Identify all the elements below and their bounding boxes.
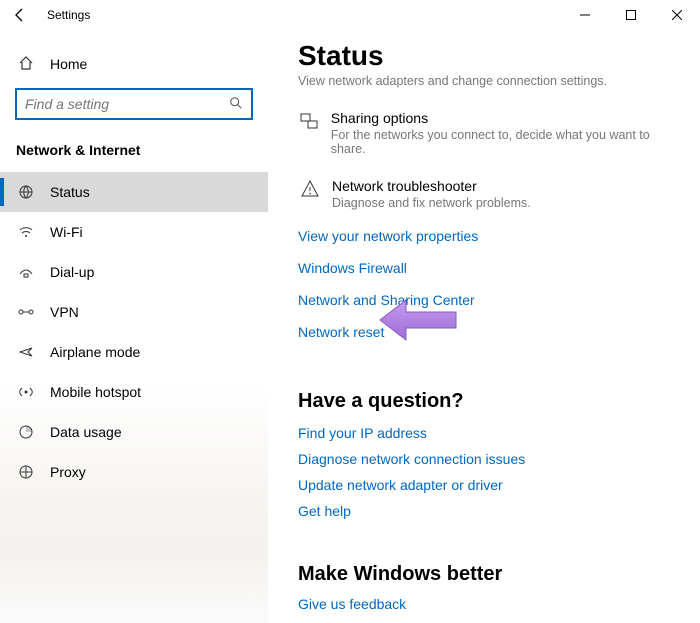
main-content: Status View network adapters and change …: [268, 30, 700, 623]
back-button[interactable]: [5, 0, 35, 30]
sidebar-item-label: Proxy: [50, 464, 86, 480]
maximize-icon: [626, 10, 636, 20]
maximize-button[interactable]: [608, 0, 654, 30]
item-subtitle: Diagnose and fix network problems.: [332, 196, 531, 210]
wifi-icon: [16, 224, 36, 240]
home-icon: [16, 55, 36, 74]
link-find-ip[interactable]: Find your IP address: [298, 425, 670, 441]
sidebar-item-label: Wi-Fi: [50, 224, 83, 240]
make-better-heading: Make Windows better: [298, 563, 670, 586]
sidebar-item-label: Status: [50, 184, 90, 200]
search-icon: [221, 96, 251, 113]
vpn-icon: [16, 306, 36, 318]
link-sharing-center[interactable]: Network and Sharing Center: [298, 292, 670, 308]
troubleshooter-item[interactable]: Network troubleshooter Diagnose and fix …: [298, 178, 670, 210]
home-label: Home: [50, 56, 87, 72]
close-button[interactable]: [654, 0, 700, 30]
sidebar-item-wifi[interactable]: Wi-Fi: [0, 212, 268, 252]
home-nav[interactable]: Home: [0, 46, 268, 82]
sidebar-item-label: Mobile hotspot: [50, 384, 141, 400]
item-subtitle: For the networks you connect to, decide …: [331, 128, 670, 156]
sidebar: Home Network & Internet Status Wi-Fi: [0, 30, 268, 623]
hotspot-icon: [16, 384, 36, 400]
window-title: Settings: [47, 8, 90, 22]
sidebar-item-status[interactable]: Status: [0, 172, 268, 212]
page-title: Status: [298, 40, 670, 72]
globe-icon: [16, 184, 36, 200]
data-usage-icon: [16, 424, 36, 440]
sidebar-item-label: Dial-up: [50, 264, 94, 280]
link-update-adapter[interactable]: Update network adapter or driver: [298, 477, 670, 493]
sharing-options-item[interactable]: Sharing options For the networks you con…: [298, 110, 670, 156]
link-diagnose[interactable]: Diagnose network connection issues: [298, 451, 670, 467]
sidebar-item-label: VPN: [50, 304, 79, 320]
sidebar-item-proxy[interactable]: Proxy: [0, 452, 268, 492]
sidebar-item-label: Data usage: [50, 424, 122, 440]
sidebar-item-label: Airplane mode: [50, 344, 140, 360]
sidebar-item-airplane[interactable]: Airplane mode: [0, 332, 268, 372]
item-title: Network troubleshooter: [332, 178, 531, 194]
minimize-button[interactable]: [562, 0, 608, 30]
proxy-icon: [16, 464, 36, 480]
category-header: Network & Internet: [0, 132, 268, 172]
sharing-icon: [298, 111, 321, 131]
sidebar-item-dialup[interactable]: Dial-up: [0, 252, 268, 292]
close-icon: [672, 10, 682, 20]
titlebar: Settings: [0, 0, 700, 30]
sidebar-item-vpn[interactable]: VPN: [0, 292, 268, 332]
link-feedback[interactable]: Give us feedback: [298, 596, 670, 612]
have-question-heading: Have a question?: [298, 390, 670, 413]
link-view-properties[interactable]: View your network properties: [298, 228, 670, 244]
airplane-icon: [16, 344, 36, 360]
sidebar-item-datausage[interactable]: Data usage: [0, 412, 268, 452]
search-field[interactable]: [17, 96, 221, 112]
arrow-left-icon: [12, 7, 28, 23]
partial-cutoff-text: View network adapters and change connect…: [298, 74, 670, 88]
link-windows-firewall[interactable]: Windows Firewall: [298, 260, 670, 276]
search-input[interactable]: [15, 88, 253, 120]
minimize-icon: [580, 10, 590, 20]
item-title: Sharing options: [331, 110, 670, 126]
warning-icon: [298, 179, 322, 199]
link-network-reset[interactable]: Network reset: [298, 324, 670, 340]
link-get-help[interactable]: Get help: [298, 503, 670, 519]
dialup-icon: [16, 264, 36, 280]
sidebar-item-hotspot[interactable]: Mobile hotspot: [0, 372, 268, 412]
